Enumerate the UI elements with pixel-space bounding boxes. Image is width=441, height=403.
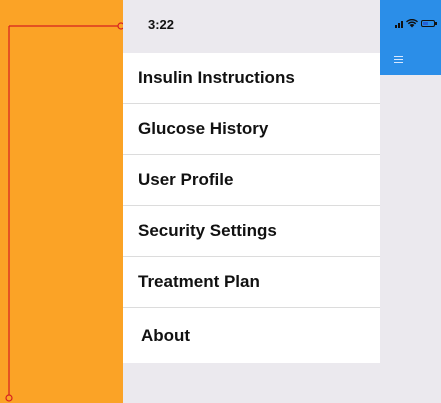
menu-item-insulin-instructions[interactable]: Insulin Instructions <box>123 53 380 104</box>
status-icons <box>395 19 437 28</box>
menu-item-security-settings[interactable]: Security Settings <box>123 206 380 257</box>
wifi-icon <box>406 19 418 28</box>
menu-item-user-profile[interactable]: User Profile <box>123 155 380 206</box>
hamburger-menu-icon[interactable] <box>394 56 403 63</box>
phone-screen: 3:22 Insulin Instructions Glucose Histor… <box>123 0 441 403</box>
menu-item-treatment-plan[interactable]: Treatment Plan <box>123 257 380 308</box>
app-header <box>380 0 441 75</box>
navigation-drawer: Insulin Instructions Glucose History Use… <box>123 53 380 363</box>
menu-item-glucose-history[interactable]: Glucose History <box>123 104 380 155</box>
battery-icon <box>421 20 437 27</box>
status-time: 3:22 <box>148 17 175 32</box>
menu-item-about[interactable]: About <box>123 308 380 363</box>
signal-icon <box>395 20 403 28</box>
